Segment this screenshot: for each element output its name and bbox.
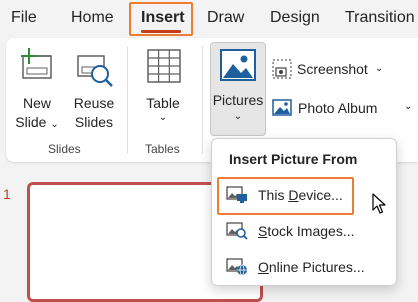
new-slide-button[interactable]: New Slide ⌄	[8, 42, 66, 140]
stock-images-label-post: tock Images...	[267, 223, 355, 239]
table-button[interactable]: Table ⌄	[134, 42, 192, 140]
mouse-cursor-icon	[372, 193, 386, 214]
table-dropdown-icon: ⌄	[158, 112, 168, 123]
photo-album-dropdown-icon: ⌄	[404, 101, 413, 112]
this-device-highlight	[217, 177, 354, 215]
menu-title: Insert Picture From	[229, 151, 358, 167]
online-pictures-label-post: nline Pictures...	[268, 259, 365, 275]
new-slide-label-line1: New	[22, 95, 51, 111]
screenshot-dropdown-icon: ⌄	[375, 63, 384, 74]
table-icon	[147, 49, 181, 83]
tab-file[interactable]: File	[11, 9, 37, 27]
new-slide-icon	[21, 48, 52, 79]
screenshot-icon	[272, 59, 292, 79]
tab-home[interactable]: Home	[71, 9, 114, 27]
insert-picture-menu: Insert Picture From This Device... Stock…	[211, 138, 397, 286]
pictures-button[interactable]: Pictures ⌄	[210, 42, 266, 136]
stock-images-icon	[226, 222, 248, 240]
group-separator	[127, 46, 128, 154]
online-pictures-access-key: O	[258, 259, 269, 275]
tab-transitions[interactable]: Transition	[345, 9, 415, 27]
tab-draw[interactable]: Draw	[207, 9, 244, 27]
group-separator-2	[202, 46, 203, 154]
slide-number: 1	[3, 186, 11, 202]
online-pictures-icon	[226, 258, 247, 276]
pictures-dropdown-icon: ⌄	[233, 111, 243, 122]
new-slide-label-line2: Slide	[15, 114, 47, 130]
photo-album-button[interactable]: Photo Album ⌄	[272, 95, 418, 121]
menu-item-online-pictures[interactable]: Online Pictures...	[218, 251, 390, 285]
ribbon-tab-bar: File Home Insert Draw Design Transition	[0, 0, 418, 38]
pictures-icon	[220, 49, 256, 81]
new-slide-label-line2-wrap: Slide ⌄	[8, 112, 66, 135]
reuse-slides-label-line1: Reuse	[73, 95, 115, 111]
slides-group-label: Slides	[48, 142, 81, 156]
insert-tab-highlight	[129, 2, 193, 36]
photo-album-icon	[272, 99, 292, 116]
reuse-slides-label-line2: Slides	[74, 114, 114, 130]
reuse-slides-icon	[77, 55, 113, 87]
reuse-slides-button[interactable]: Reuse Slides	[66, 42, 122, 140]
photo-album-label: Photo Album	[298, 100, 378, 116]
new-slide-dropdown-icon: ⌄	[50, 119, 59, 130]
online-pictures-label: Online Pictures...	[258, 259, 365, 275]
screenshot-label: Screenshot	[297, 61, 368, 77]
screenshot-button[interactable]: Screenshot ⌄	[272, 56, 392, 82]
menu-item-stock-images[interactable]: Stock Images...	[218, 215, 390, 249]
stock-images-label: Stock Images...	[258, 223, 355, 239]
tab-design[interactable]: Design	[270, 9, 320, 27]
stock-images-access-key: S	[258, 223, 268, 239]
tables-group-label: Tables	[145, 142, 180, 156]
